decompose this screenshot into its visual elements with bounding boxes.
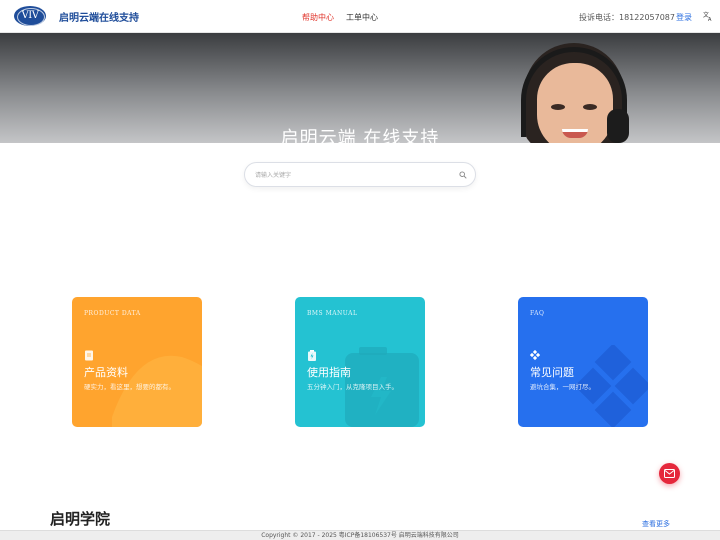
card-product-data[interactable]: PRODUCT DATA 产品资料 硬实力，看这里，想要的都有。 — [72, 297, 202, 427]
top-navbar: VIV 启明云端在线支持 帮助中心 工单中心 投诉电话：18122057087 … — [0, 0, 720, 33]
nav-ticket-center[interactable]: 工单中心 — [346, 12, 378, 23]
card-subtitle: PRODUCT DATA — [84, 310, 141, 317]
company-logo[interactable]: VIV — [14, 6, 46, 26]
document-icon — [85, 350, 93, 361]
svg-text:A: A — [708, 17, 712, 21]
card-faq[interactable]: FAQ 常见问题 避坑合集，一网打尽。 — [518, 297, 648, 427]
card-bms-manual[interactable]: BMS MANUAL 使用指南 五分钟入门，从克隆项目入手。 — [295, 297, 425, 427]
battery-icon — [308, 350, 316, 361]
diamond-icon — [530, 350, 540, 361]
contact-mail-button[interactable] — [659, 463, 680, 484]
logo-text: VIV — [21, 10, 39, 21]
card-title: 产品资料 — [84, 366, 128, 379]
complaint-phone: 投诉电话：18122057087 — [579, 13, 675, 22]
card-title: 常见问题 — [530, 366, 574, 379]
academy-section-title: 启明学院 — [50, 510, 111, 528]
search-box[interactable] — [244, 162, 476, 187]
card-title: 使用指南 — [307, 366, 351, 379]
search-input[interactable] — [255, 170, 445, 181]
language-icon[interactable]: 文 A — [703, 11, 713, 24]
login-link[interactable]: 登录 — [676, 12, 692, 23]
card-subtitle: FAQ — [530, 310, 545, 317]
search-icon[interactable] — [459, 171, 467, 179]
card-description: 避坑合集，一网打尽。 — [530, 383, 595, 391]
view-more-link[interactable]: 查看更多 — [642, 519, 670, 529]
card-description: 五分钟入门，从克隆项目入手。 — [307, 383, 398, 391]
nav-help-center[interactable]: 帮助中心 — [302, 12, 334, 23]
card-description: 硬实力，看这里，想要的都有。 — [84, 383, 175, 391]
footer-copyright: Copyright © 2017 - 2025 粤ICP备18106537号 启… — [0, 530, 720, 540]
hero-title: 启明云端 在线支持 — [280, 128, 440, 143]
brand-title[interactable]: 启明云端在线支持 — [59, 9, 139, 24]
card-subtitle: BMS MANUAL — [307, 310, 358, 317]
hero-banner: 启明云端 在线支持 — [0, 33, 720, 143]
mail-icon — [664, 469, 675, 478]
